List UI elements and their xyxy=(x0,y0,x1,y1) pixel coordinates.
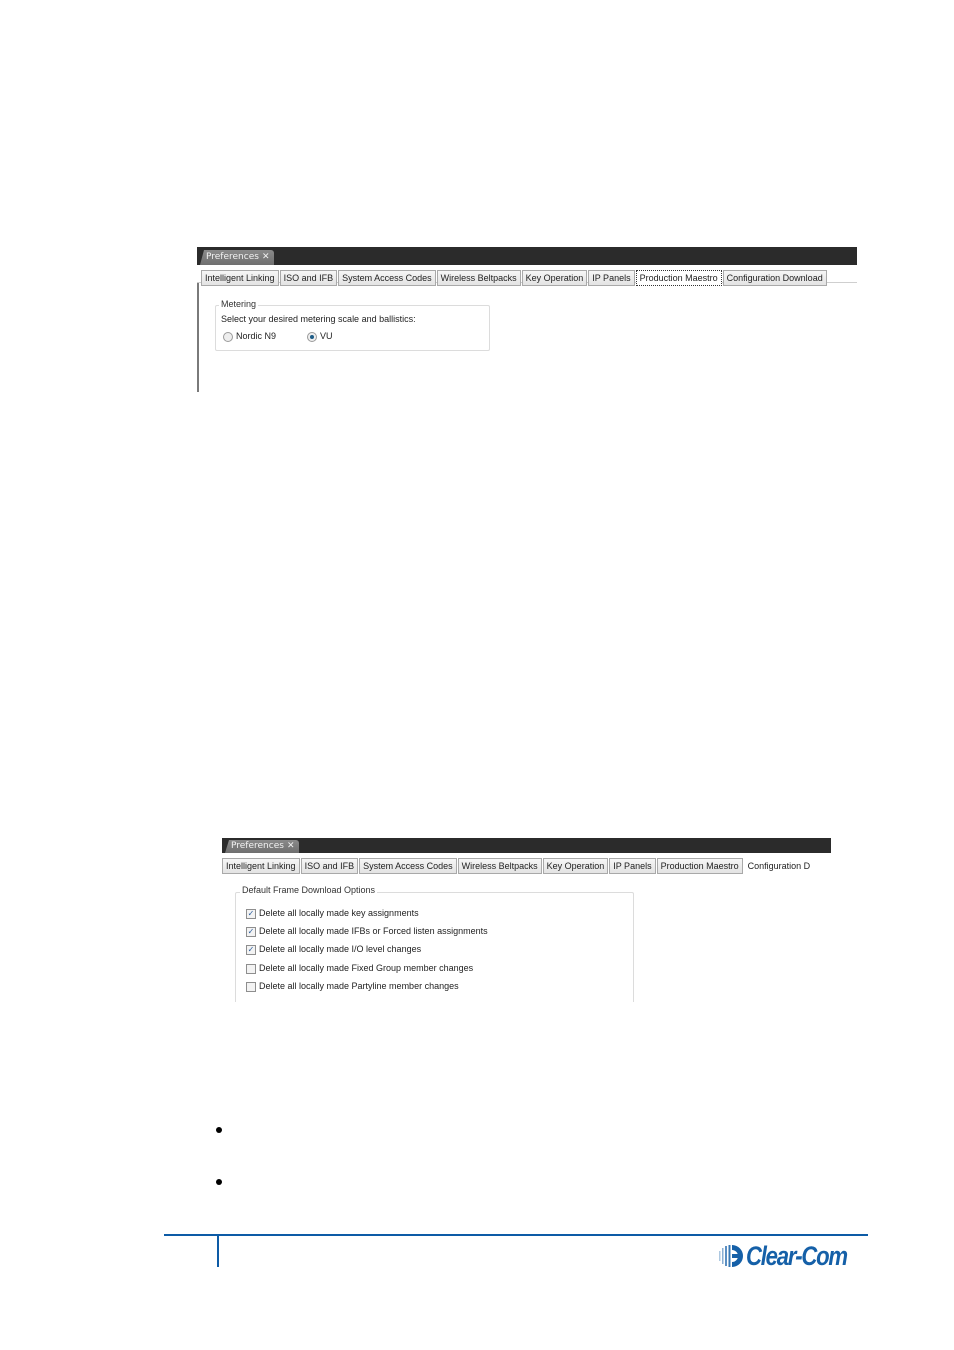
preferences-doc-tab[interactable]: Preferences ✕ xyxy=(200,250,275,265)
footer-rule xyxy=(164,1234,868,1236)
bullet-point xyxy=(216,1127,222,1133)
close-icon[interactable]: ✕ xyxy=(262,252,270,262)
panel-left-border xyxy=(197,266,199,392)
checkbox-label-delete-ifb-forced-listen[interactable]: Delete all locally made IFBs or Forced l… xyxy=(259,926,488,936)
tab-production-maestro[interactable]: Production Maestro xyxy=(656,858,743,874)
radio-nordic-n9[interactable] xyxy=(223,332,233,342)
frame-download-options-title: Default Frame Download Options xyxy=(240,885,378,895)
checkbox-delete-key-assignments[interactable]: ✓ xyxy=(246,909,256,919)
tab-configuration-download[interactable]: Configuration Download xyxy=(722,270,827,286)
tab-system-access-codes[interactable]: System Access Codes xyxy=(359,858,457,874)
radio-label-vu[interactable]: VU xyxy=(320,331,333,341)
document-tab-bar: Preferences ✕ xyxy=(222,838,831,853)
tab-intelligent-linking[interactable]: Intelligent Linking xyxy=(201,270,279,286)
doc-tab-label: Preferences xyxy=(206,252,259,262)
preferences-tabs: Intelligent Linking ISO and IFB System Acc… xyxy=(197,266,857,286)
preferences-screenshot-metering: Preferences ✕ Intelligent Linking ISO and … xyxy=(197,247,857,392)
tab-production-maestro[interactable]: Production Maestro xyxy=(635,270,722,286)
tab-ip-panels[interactable]: IP Panels xyxy=(609,858,656,874)
tab-iso-and-ifb[interactable]: ISO and IFB xyxy=(279,270,338,286)
preferences-doc-tab[interactable]: Preferences ✕ xyxy=(225,840,300,853)
radio-vu[interactable] xyxy=(307,332,317,342)
checkbox-label-delete-fixed-group[interactable]: Delete all locally made Fixed Group memb… xyxy=(259,963,473,973)
checkbox-label-delete-io-level[interactable]: Delete all locally made I/O level change… xyxy=(259,944,421,954)
doc-tab-label: Preferences xyxy=(231,841,284,851)
tab-key-operation[interactable]: Key Operation xyxy=(521,270,588,286)
tab-intelligent-linking[interactable]: Intelligent Linking xyxy=(222,858,300,874)
checkbox-delete-ifb-forced-listen[interactable]: ✓ xyxy=(246,927,256,937)
tab-configuration-download[interactable]: Configuration D xyxy=(743,858,815,874)
footer-page-marker xyxy=(217,1235,219,1267)
bullet-point xyxy=(216,1179,222,1185)
tab-key-operation[interactable]: Key Operation xyxy=(542,858,609,874)
radio-label-nordic-n9[interactable]: Nordic N9 xyxy=(236,331,276,341)
clear-com-logo: Clear-Com xyxy=(716,1240,869,1272)
checkbox-delete-fixed-group[interactable] xyxy=(246,964,256,974)
metering-group-title: Metering xyxy=(219,299,259,309)
preferences-tabs: Intelligent Linking ISO and IFB System Acc… xyxy=(222,854,831,874)
tab-wireless-beltpacks[interactable]: Wireless Beltpacks xyxy=(436,270,521,286)
clear-com-logo-icon xyxy=(719,1245,743,1267)
checkbox-delete-partyline[interactable] xyxy=(246,982,256,992)
metering-prompt: Select your desired metering scale and b… xyxy=(221,314,416,324)
tab-wireless-beltpacks[interactable]: Wireless Beltpacks xyxy=(457,858,542,874)
document-tab-bar: Preferences ✕ xyxy=(197,247,857,265)
checkbox-delete-io-level[interactable]: ✓ xyxy=(246,945,256,955)
checkbox-label-delete-key-assignments[interactable]: Delete all locally made key assignments xyxy=(259,908,419,918)
preferences-screenshot-configuration-download: Preferences ✕ Intelligent Linking ISO and … xyxy=(222,838,831,1002)
metering-group xyxy=(215,305,490,351)
tab-ip-panels[interactable]: IP Panels xyxy=(588,270,635,286)
clear-com-logo-text: Clear-Com xyxy=(746,1240,848,1271)
tab-iso-and-ifb[interactable]: ISO and IFB xyxy=(300,858,359,874)
close-icon[interactable]: ✕ xyxy=(287,841,295,851)
checkbox-label-delete-partyline[interactable]: Delete all locally made Partyline member… xyxy=(259,981,459,991)
tab-system-access-codes[interactable]: System Access Codes xyxy=(338,270,436,286)
